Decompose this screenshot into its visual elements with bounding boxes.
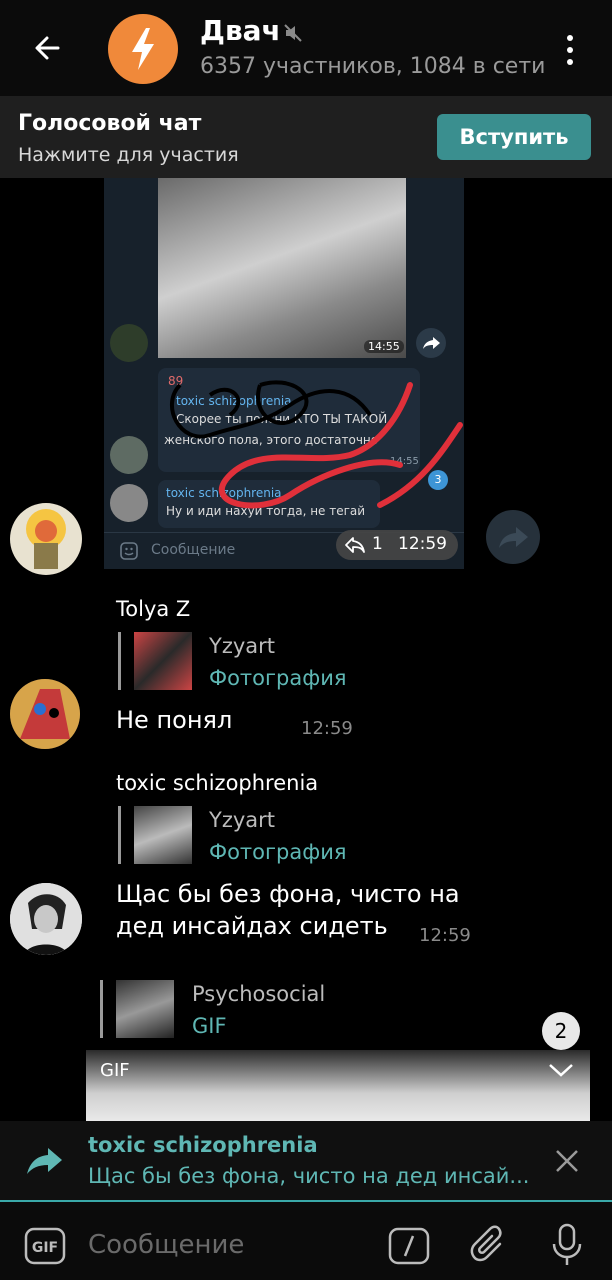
reply-quote-bar bbox=[118, 806, 121, 864]
reply-arrow-icon bbox=[24, 1142, 66, 1178]
reply-author[interactable]: Yzyart bbox=[209, 808, 275, 832]
reply-preview-text: Щас бы без фона, чисто на дед инсай... bbox=[88, 1164, 530, 1188]
screenshot-bubble-time: 14:55 bbox=[390, 456, 419, 467]
chat-header bbox=[0, 0, 612, 96]
unread-badge: 3 bbox=[428, 470, 448, 490]
screenshot-bubble-text: Ну и иди нахуй тогда, не тегай bbox=[166, 504, 366, 518]
speaker-muted-icon bbox=[282, 22, 304, 44]
avatar[interactable] bbox=[10, 883, 82, 955]
more-vertical-icon[interactable] bbox=[556, 30, 584, 70]
reply-count: 1 bbox=[372, 534, 383, 554]
reply-quote-bar bbox=[100, 980, 103, 1038]
avatar bbox=[110, 484, 148, 522]
share-icon[interactable] bbox=[486, 510, 540, 564]
reply-thumbnail bbox=[116, 980, 174, 1038]
avatar[interactable] bbox=[10, 679, 80, 749]
reply-type[interactable]: Фотография bbox=[209, 840, 346, 864]
message-text: Щас бы без фона, чисто на bbox=[116, 880, 460, 908]
avatar bbox=[110, 436, 148, 474]
sticker-icon bbox=[120, 542, 138, 560]
screenshot-bubble-quote: Скорее ты поясни КТО ТЫ ТАКОЙ bbox=[176, 412, 388, 426]
message-text: Не понял bbox=[116, 706, 233, 734]
screenshot-bubble-author: toxic schizophrenia bbox=[166, 486, 282, 500]
screenshot-photo-time: 14:55 bbox=[364, 340, 404, 353]
reply-thumbnail bbox=[134, 632, 192, 690]
svg-text:GIF: GIF bbox=[32, 1240, 58, 1256]
reply-type[interactable]: Фотография bbox=[209, 666, 346, 690]
voice-chat-subtitle: Нажмите для участия bbox=[18, 144, 239, 166]
message-time: 12:59 bbox=[301, 718, 353, 739]
screenshot-bubble-number: 89 bbox=[168, 374, 184, 388]
gif-label: GIF bbox=[100, 1060, 130, 1081]
paperclip-icon[interactable] bbox=[470, 1224, 508, 1266]
message-time: 12:59 bbox=[398, 534, 447, 554]
reply-thumbnail bbox=[134, 806, 192, 864]
screenshot-photo bbox=[158, 178, 406, 358]
message-author[interactable]: toxic schizophrenia bbox=[116, 771, 318, 795]
share-icon bbox=[416, 328, 446, 358]
screenshot-input-placeholder: Сообщение bbox=[151, 542, 236, 558]
message-author[interactable]: Tolya Z bbox=[116, 597, 190, 621]
chat-member-count: 6357 участников, 1084 в сети bbox=[200, 54, 546, 79]
gif-button[interactable]: GIF bbox=[24, 1227, 66, 1265]
unread-mentions-badge[interactable]: 2 bbox=[542, 1012, 580, 1050]
reply-icon bbox=[344, 536, 366, 554]
screenshot-bubble-author: toxic schizophrenia bbox=[176, 394, 292, 408]
close-icon[interactable] bbox=[552, 1146, 582, 1176]
reply-author[interactable]: Psychosocial bbox=[192, 982, 325, 1006]
join-voice-chat-button[interactable]: Вступить bbox=[437, 114, 591, 160]
avatar bbox=[110, 324, 148, 362]
chat-avatar[interactable] bbox=[108, 14, 178, 84]
gif-message[interactable] bbox=[86, 1050, 590, 1122]
reply-type[interactable]: GIF bbox=[192, 1014, 227, 1038]
reply-preview-author: toxic schizophrenia bbox=[88, 1133, 318, 1157]
avatar[interactable] bbox=[10, 503, 82, 575]
message-text: дед инсайдах сидеть bbox=[116, 912, 388, 940]
message-time: 12:59 bbox=[419, 925, 471, 946]
reply-author[interactable]: Yzyart bbox=[209, 634, 275, 658]
bot-command-icon[interactable] bbox=[388, 1227, 430, 1265]
reply-quote-bar bbox=[118, 632, 121, 690]
chat-title[interactable]: Двач bbox=[200, 14, 281, 47]
arrow-left-icon[interactable] bbox=[28, 28, 68, 68]
voice-chat-title: Голосовой чат bbox=[18, 111, 202, 136]
screenshot-bubble-text: женского пола, этого достаточно bbox=[164, 433, 379, 447]
chevron-down-icon[interactable] bbox=[546, 1060, 576, 1080]
message-input[interactable]: Сообщение bbox=[88, 1230, 244, 1260]
microphone-icon[interactable] bbox=[550, 1222, 584, 1268]
